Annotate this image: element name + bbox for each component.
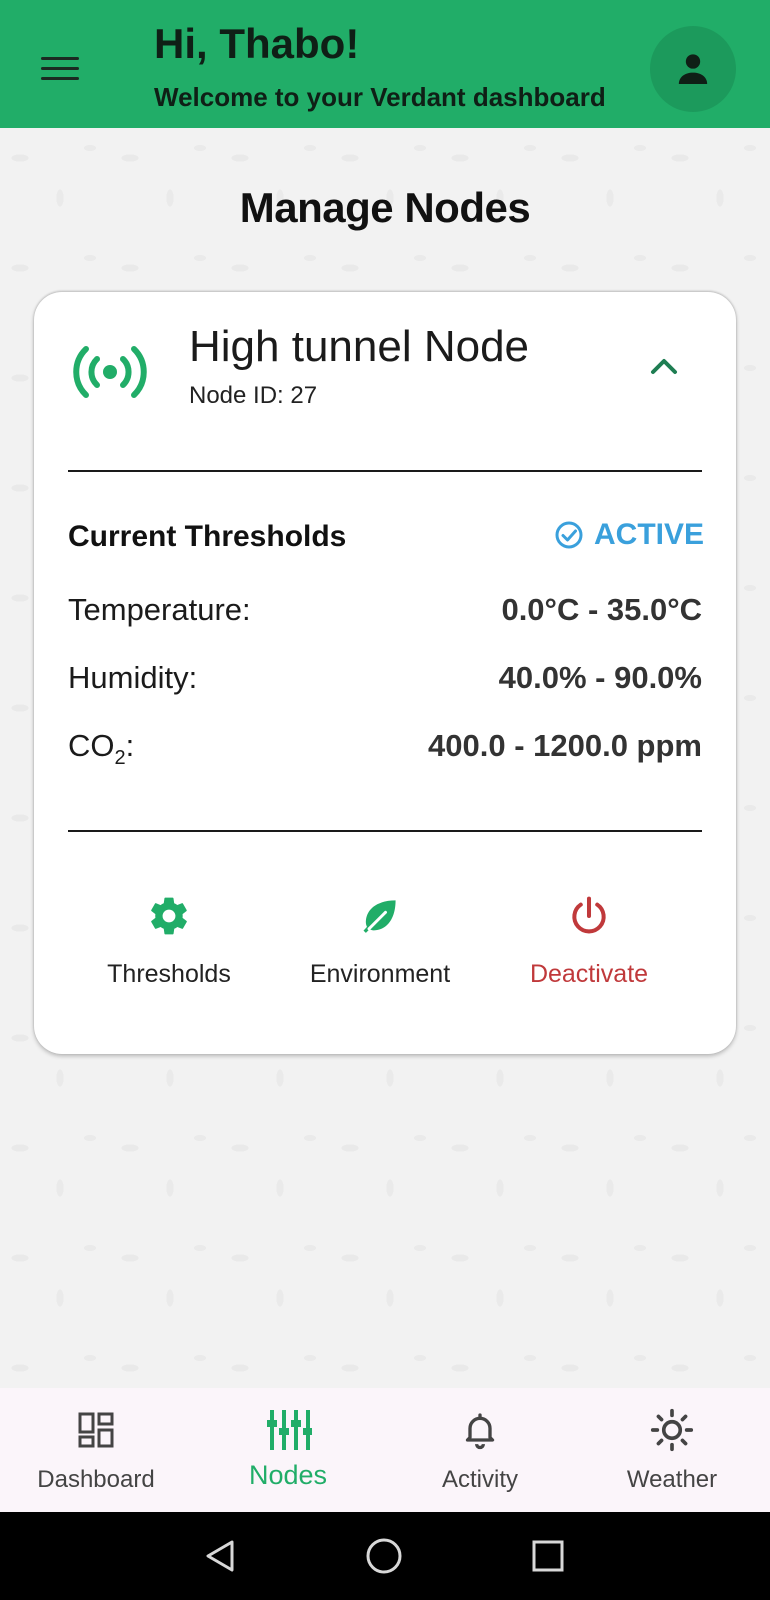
check-circle-icon xyxy=(555,521,583,549)
thresholds-button[interactable]: Thresholds xyxy=(64,888,274,989)
co2-value: 400.0 - 1200.0 ppm xyxy=(428,728,702,763)
system-navigation-bar xyxy=(0,1512,770,1600)
humidity-label: Humidity: xyxy=(68,660,198,695)
nav-label-weather: Weather xyxy=(626,1466,718,1493)
leaf-icon xyxy=(363,900,396,933)
divider xyxy=(68,830,702,832)
status-label: ACTIVE xyxy=(594,518,705,551)
welcome-subtitle: Welcome to your Verdant dashboard xyxy=(154,82,606,112)
deactivate-button[interactable]: Deactivate xyxy=(484,888,694,989)
app-header: Hi, Thabo! Welcome to your Verdant dashb… xyxy=(0,0,770,128)
temperature-value: 0.0°C - 35.0°C xyxy=(501,592,702,627)
back-button[interactable] xyxy=(198,1534,242,1578)
nav-item-nodes[interactable]: Nodes xyxy=(192,1388,384,1512)
dashboard-icon xyxy=(78,1412,114,1448)
back-triangle-icon xyxy=(206,1540,234,1572)
nav-label-activity: Activity xyxy=(441,1466,518,1493)
home-button[interactable] xyxy=(362,1534,406,1578)
status-badge: ACTIVE xyxy=(554,518,704,552)
recents-button[interactable] xyxy=(526,1534,570,1578)
radio-signal-icon xyxy=(73,346,147,398)
hamburger-menu-icon xyxy=(41,56,79,60)
page-title: Manage Nodes xyxy=(239,184,531,231)
chevron-up-icon xyxy=(651,359,677,374)
nav-label-nodes: Nodes xyxy=(248,1460,328,1490)
nav-item-weather[interactable]: Weather xyxy=(576,1388,768,1512)
temperature-label: Temperature: xyxy=(68,592,251,627)
node-name: High tunnel Node xyxy=(189,322,530,371)
profile-button[interactable] xyxy=(650,26,736,112)
nav-item-dashboard[interactable]: Dashboard xyxy=(0,1388,192,1512)
menu-button[interactable] xyxy=(34,46,86,90)
divider xyxy=(68,470,702,472)
environment-label: Environment xyxy=(309,960,451,988)
recents-square-icon xyxy=(532,1540,564,1572)
thresholds-label: Thresholds xyxy=(107,960,231,988)
nodes-icon xyxy=(267,1410,312,1450)
home-circle-icon xyxy=(366,1538,402,1574)
humidity-value: 40.0% - 90.0% xyxy=(498,660,702,695)
node-id: Node ID: 27 xyxy=(189,382,318,409)
person-icon xyxy=(678,54,708,84)
gear-icon xyxy=(151,897,187,935)
power-icon xyxy=(572,896,606,934)
nav-item-activity[interactable]: Activity xyxy=(384,1388,576,1512)
thresholds-title: Current Thresholds xyxy=(68,520,347,553)
co2-label: CO2: xyxy=(68,728,135,769)
deactivate-label: Deactivate xyxy=(529,960,649,988)
environment-button[interactable]: Environment xyxy=(275,888,485,989)
bell-icon xyxy=(465,1413,495,1450)
nav-label-dashboard: Dashboard xyxy=(37,1466,155,1493)
bottom-navigation: Dashboard Nodes Activity Weather xyxy=(0,1388,770,1512)
greeting-title: Hi, Thabo! xyxy=(154,20,360,67)
collapse-button[interactable] xyxy=(634,342,694,390)
node-card: High tunnel Node Node ID: 27 Current Thr… xyxy=(34,292,736,1054)
sun-icon xyxy=(650,1408,694,1452)
